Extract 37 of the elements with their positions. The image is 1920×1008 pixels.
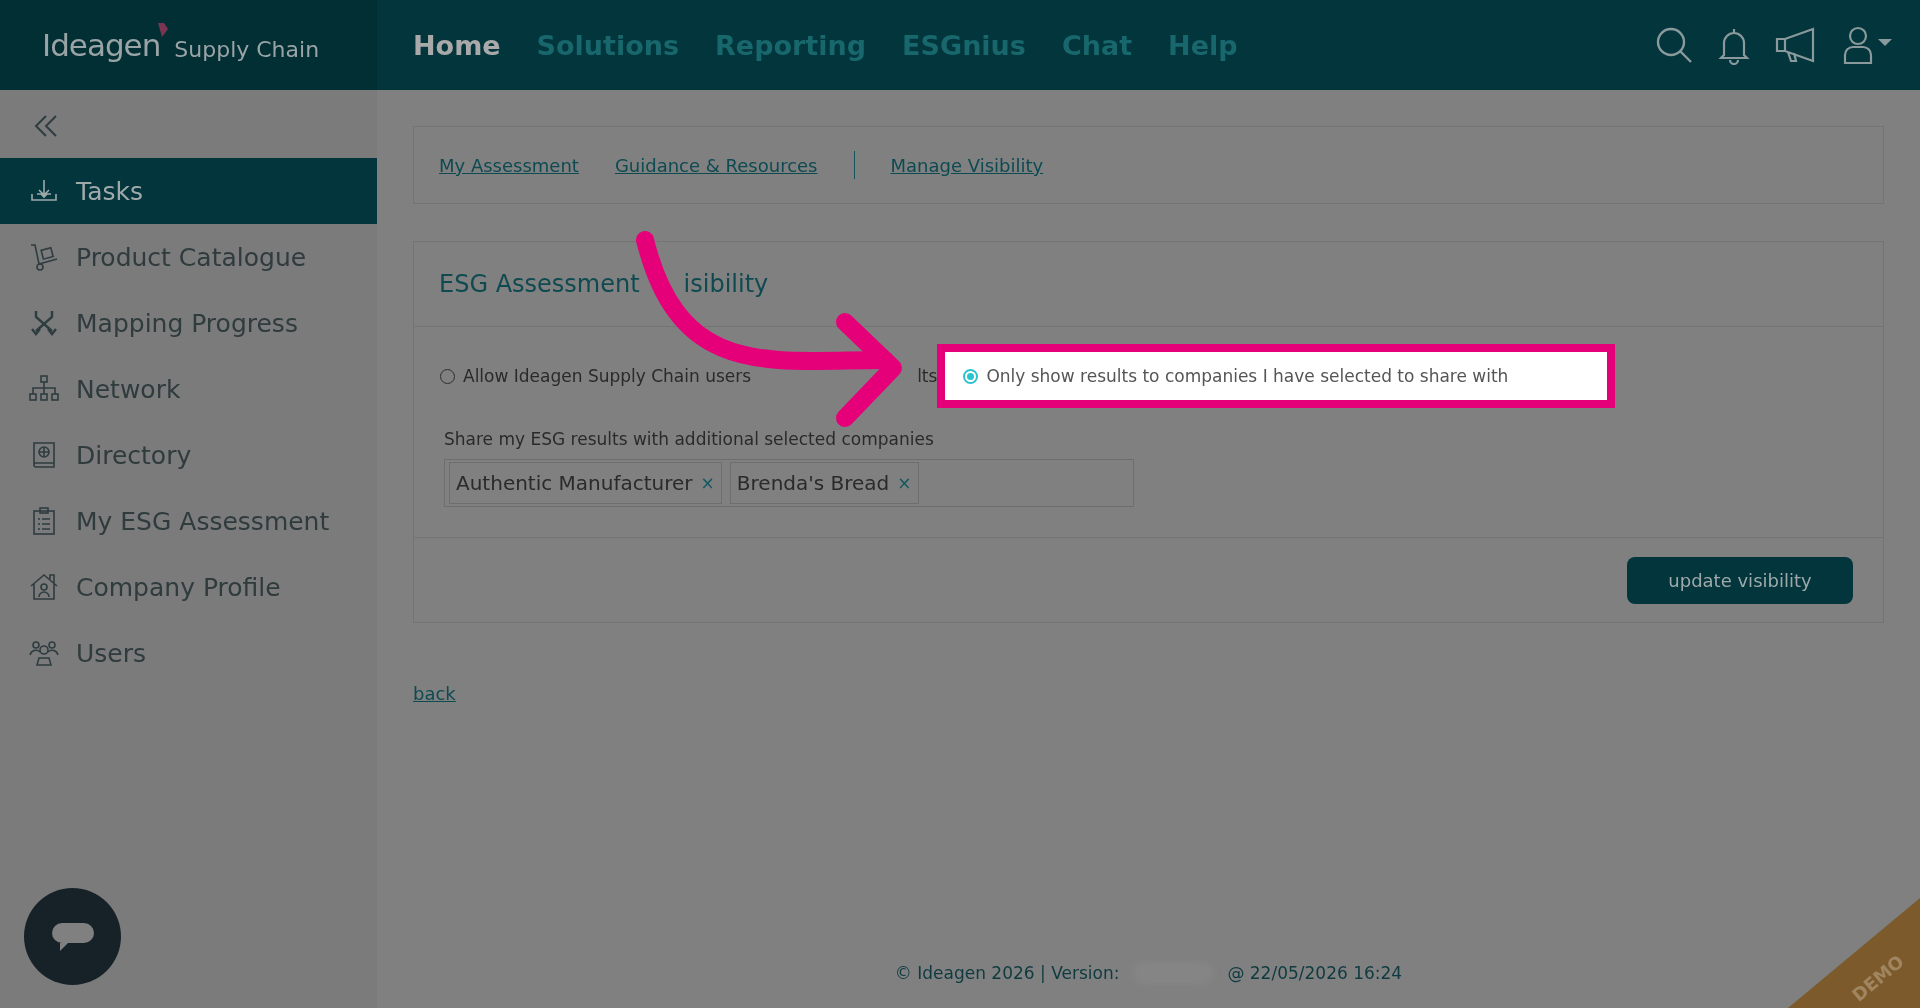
remove-tag-button[interactable]: ×: [700, 473, 715, 493]
sidebar-item[interactable]: Directory: [0, 422, 377, 488]
copyright-text: © Ideagen 2026 | Version:: [894, 963, 1120, 983]
tab-link[interactable]: Manage Visibility: [890, 154, 1044, 176]
option-label: lts: [917, 366, 938, 386]
option-label: Allow Ideagen Supply Chain users: [463, 366, 752, 386]
tab-link[interactable]: Guidance & Resources: [614, 154, 818, 176]
sidebar-item[interactable]: Company Profile: [0, 554, 377, 620]
merge-icon: [28, 308, 60, 338]
logo[interactable]: Ideagen Supply Chain: [0, 0, 377, 90]
panel-title: isibility: [683, 270, 769, 298]
radio-button[interactable]: [963, 368, 979, 384]
sidebar-item[interactable]: Network: [0, 356, 377, 422]
field-label: Share my ESG results with additional selected companies: [444, 429, 935, 449]
back-link[interactable]: back: [413, 683, 456, 704]
update-visibility-button[interactable]: update visibility: [1627, 556, 1853, 604]
company-select-field[interactable]: Authentic Manufacturer × Brenda's Bread ×: [444, 459, 1134, 507]
tag-label: Authentic Manufacturer: [456, 471, 693, 495]
search-icon[interactable]: [1654, 25, 1694, 65]
people-icon: [28, 638, 60, 668]
tab-link[interactable]: My Assessment: [439, 154, 579, 176]
house-icon: [28, 572, 60, 602]
hierarchy-icon: [28, 374, 60, 404]
sidebar-item[interactable]: My ESG Assessment: [0, 488, 377, 554]
trolley-icon: [28, 242, 60, 272]
remove-tag-button[interactable]: ×: [897, 473, 912, 493]
tag-label: Brenda's Bread: [736, 471, 890, 495]
collapse-icon[interactable]: [32, 114, 60, 138]
sidebar-item[interactable]: Product Catalogue: [0, 224, 377, 290]
option-label: Only show results to companies I have selected to share with: [986, 366, 1509, 386]
sidebar-item[interactable]: Mapping Progress: [0, 290, 377, 356]
nav-link[interactable]: Home: [413, 29, 501, 61]
logo-mark-icon: [158, 23, 169, 37]
sidebar-item[interactable]: Tasks: [0, 158, 377, 224]
panel-title: ESG Assessment: [439, 270, 640, 298]
timestamp-text: @ 22/05/2026 16:24: [1227, 963, 1403, 983]
sidebar-item[interactable]: Users: [0, 620, 377, 686]
